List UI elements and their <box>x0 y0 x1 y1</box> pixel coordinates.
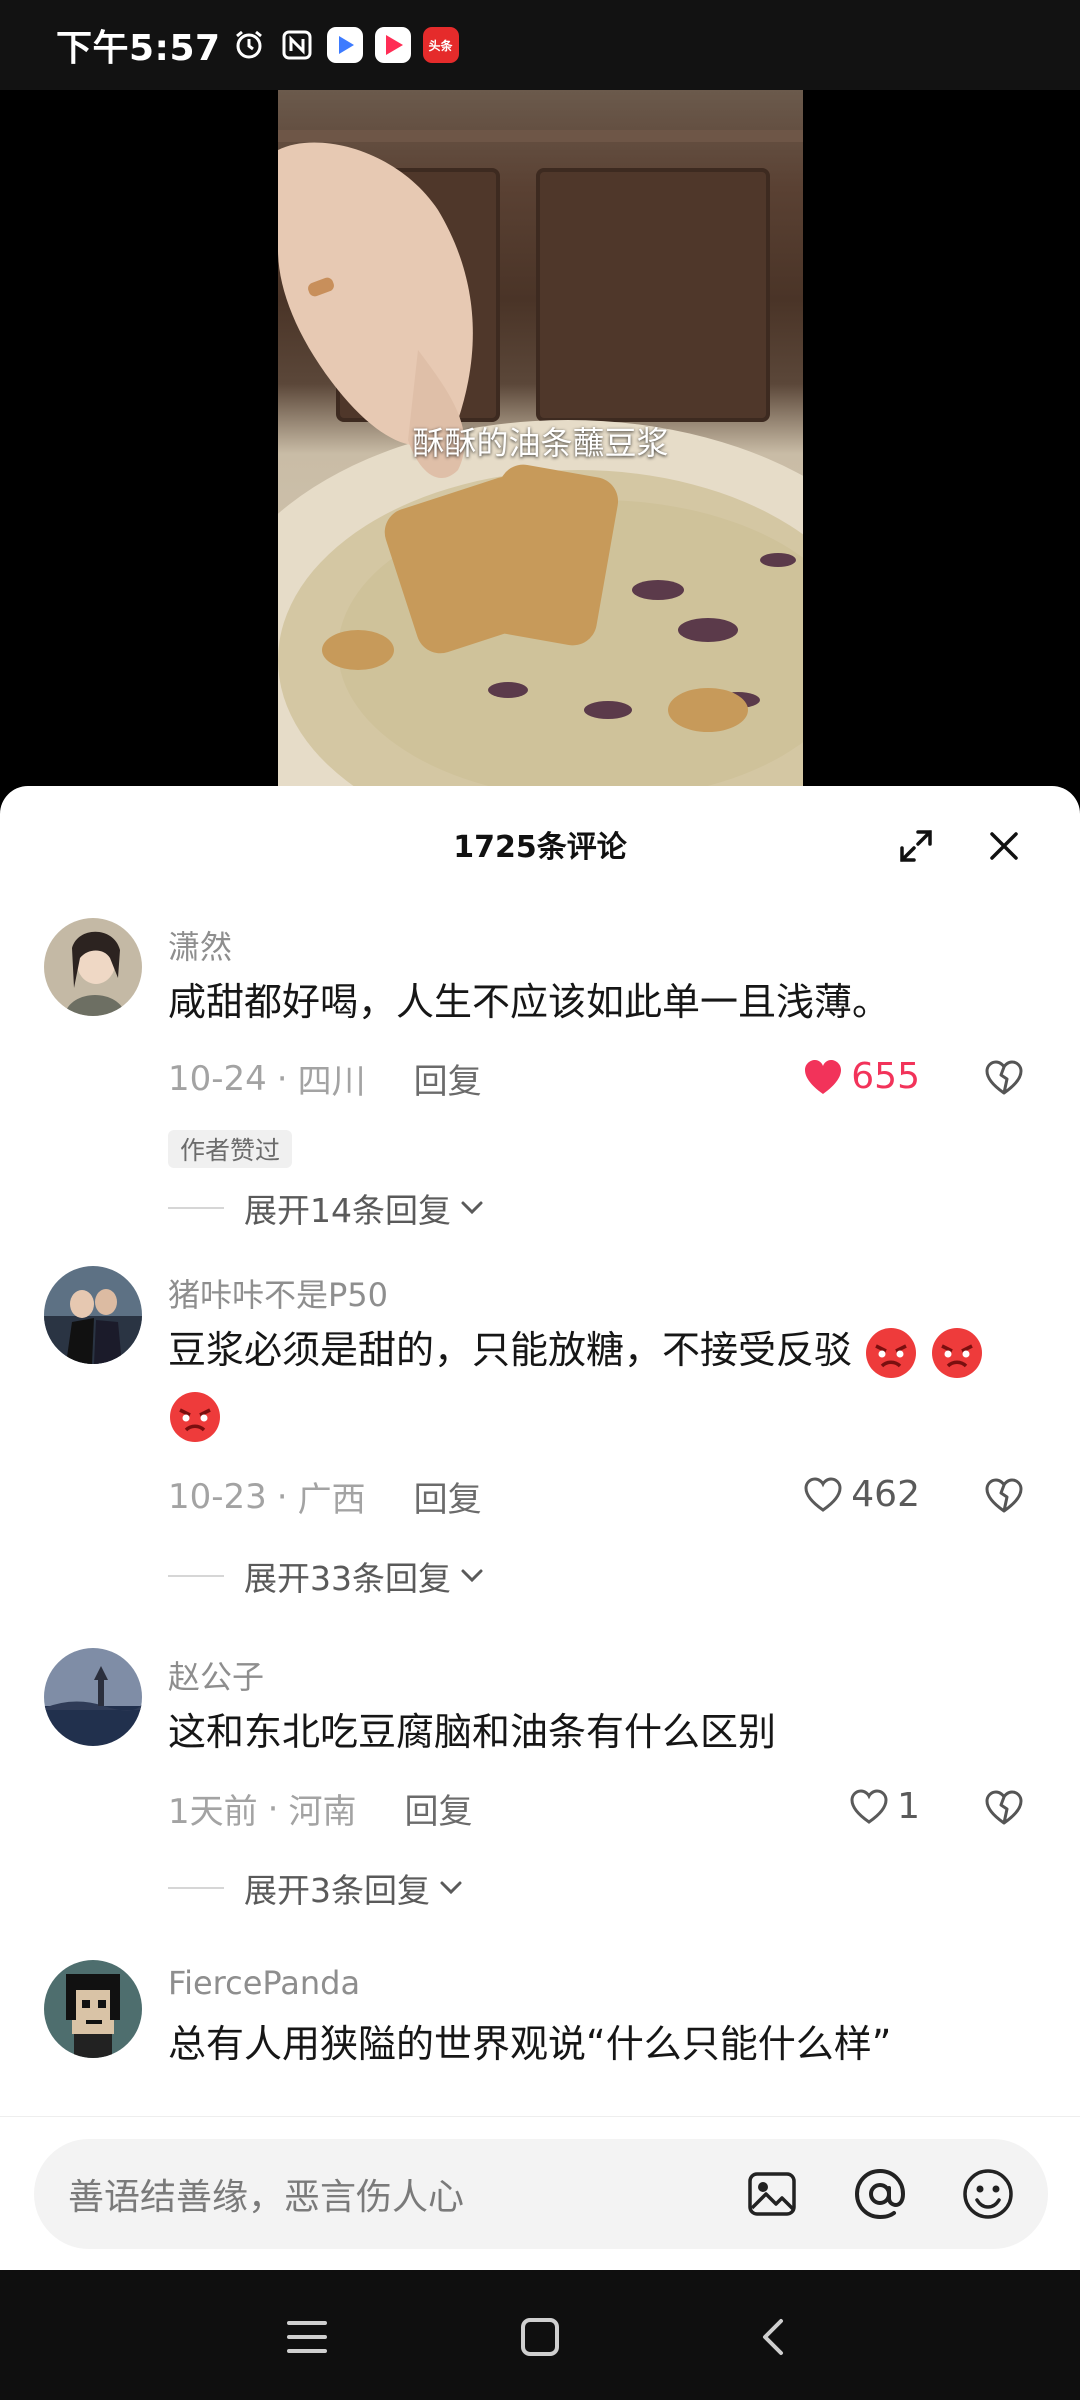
divider-line <box>168 1207 224 1209</box>
heart-filled-icon <box>805 1059 842 1094</box>
expand-icon[interactable] <box>892 822 940 870</box>
chevron-down-icon <box>461 1569 483 1583</box>
reply-button[interactable]: 回复 <box>414 1472 482 1521</box>
author-liked-badge: 作者赞过 <box>168 1130 293 1168</box>
chevron-down-icon <box>461 1201 483 1215</box>
avatar[interactable] <box>44 1648 142 1746</box>
system-nav-bar <box>0 2270 1080 2400</box>
avatar[interactable] <box>44 918 142 1016</box>
divider-line <box>168 1575 224 1577</box>
comment-input-bar: 善语结善缘，恶言伤人心 <box>0 2116 1080 2270</box>
comment-item: 赵公子 这和东北吃豆腐脑和油条有什么区别 1天前 · 河南 回复 1 展开3条回… <box>0 1626 1080 1938</box>
comment-meta: 10-24 · 四川 回复 <box>168 1054 482 1103</box>
angry-emoji-icon <box>866 1327 917 1378</box>
expand-replies-button[interactable]: 展开14条回复 <box>168 1184 487 1232</box>
expand-replies-label: 展开3条回复 <box>244 1871 430 1910</box>
comment-location: 四川 <box>297 1062 366 1102</box>
comment-text: 总有人用狭隘的世界观说“什么只能什么样” <box>168 2022 892 2066</box>
toutiao-icon: 头条 <box>422 27 459 63</box>
screen: 下午5:57 头条 酥酥的油条蘸豆浆 1725条评论 潇然 咸甜都好喝，人生不应… <box>0 0 1080 2400</box>
comment-meta: 10-23 · 广西 回复 <box>168 1472 482 1521</box>
comment-text: 咸甜都好喝，人生不应该如此单一且浅薄。 <box>168 980 891 1024</box>
expand-replies-button[interactable]: 展开3条回复 <box>168 1864 466 1912</box>
like-count: 462 <box>851 1474 920 1515</box>
chevron-down-icon <box>440 1881 462 1895</box>
comment-meta: 1天前 · 河南 回复 <box>168 1784 472 1833</box>
comment-text: 豆浆必须是甜的，只能放糖，不接受反驳 <box>168 1318 1038 1446</box>
comment-location: 河南 <box>288 1792 357 1832</box>
like-count: 1 <box>897 1786 920 1827</box>
close-icon[interactable] <box>980 822 1028 870</box>
comment-item: FiercePanda 总有人用狭隘的世界观说“什么只能什么样” <box>0 1938 1080 2116</box>
dislike-button[interactable] <box>982 1056 1026 1100</box>
back-icon[interactable] <box>746 2310 800 2364</box>
video-caption: 酥酥的油条蘸豆浆 <box>412 424 669 462</box>
reply-button[interactable]: 回复 <box>404 1784 472 1833</box>
like-button[interactable]: 655 <box>803 1056 920 1097</box>
emoji-icon[interactable] <box>960 2166 1016 2222</box>
status-icons: 头条 <box>231 27 459 63</box>
angry-emoji-icon <box>932 1327 983 1378</box>
like-button[interactable]: 1 <box>849 1786 920 1827</box>
divider-line <box>168 1887 224 1889</box>
like-button[interactable]: 462 <box>803 1474 920 1515</box>
image-icon[interactable] <box>744 2166 800 2222</box>
comment-author[interactable]: 潇然 <box>168 922 232 968</box>
alarm-icon <box>231 27 267 63</box>
app-icon-pink <box>374 27 411 63</box>
comment-date: 10-24 <box>168 1058 267 1099</box>
sheet-header: 1725条评论 <box>0 786 1080 896</box>
reply-button[interactable]: 回复 <box>414 1054 482 1103</box>
meta-separator: · <box>267 1788 279 1829</box>
comment-date: 10-23 <box>168 1476 267 1517</box>
home-icon[interactable] <box>513 2310 567 2364</box>
comment-text-content: 豆浆必须是甜的，只能放糖，不接受反驳 <box>168 1328 853 1372</box>
meta-separator: · <box>276 1476 288 1517</box>
app-icon-blue <box>326 27 363 63</box>
broken-heart-icon <box>985 1060 1023 1095</box>
comment-location: 广西 <box>297 1480 366 1520</box>
comment-item: 猪咔咔不是P50 豆浆必须是甜的，只能放糖，不接受反驳 10-23 · 广西 回… <box>0 1244 1080 1626</box>
comment-date: 1天前 <box>168 1792 258 1832</box>
expand-replies-label: 展开33条回复 <box>244 1559 451 1598</box>
video-frame[interactable]: 酥酥的油条蘸豆浆 <box>278 90 803 790</box>
dislike-button[interactable] <box>982 1786 1026 1830</box>
avatar[interactable] <box>44 1266 142 1364</box>
heart-outline-icon <box>850 1788 888 1824</box>
heart-outline-icon <box>804 1476 842 1512</box>
comment-text: 这和东北吃豆腐脑和油条有什么区别 <box>168 1710 777 1754</box>
comment-input-placeholder: 善语结善缘，恶言伤人心 <box>68 2177 465 2218</box>
comment-author[interactable]: 猪咔咔不是P50 <box>168 1270 388 1316</box>
comment-author[interactable]: 赵公子 <box>168 1652 264 1698</box>
expand-replies-button[interactable]: 展开33条回复 <box>168 1552 487 1600</box>
comment-input[interactable]: 善语结善缘，恶言伤人心 <box>34 2139 1048 2249</box>
broken-heart-icon <box>985 1478 1023 1513</box>
video-player[interactable]: 酥酥的油条蘸豆浆 <box>0 90 1080 790</box>
expand-replies-label: 展开14条回复 <box>244 1191 451 1230</box>
status-time: 下午5:57 <box>56 28 221 69</box>
menu-icon[interactable] <box>280 2310 334 2364</box>
nfc-icon <box>279 27 315 63</box>
broken-heart-icon <box>985 1790 1023 1825</box>
at-icon[interactable] <box>852 2166 908 2222</box>
dislike-button[interactable] <box>982 1474 1026 1518</box>
comment-sheet: 1725条评论 潇然 咸甜都好喝，人生不应该如此单一且浅薄。 10-24 · 四… <box>0 786 1080 2270</box>
comment-item: 潇然 咸甜都好喝，人生不应该如此单一且浅薄。 10-24 · 四川 回复 655… <box>0 896 1080 1244</box>
like-count: 655 <box>851 1056 920 1097</box>
status-bar: 下午5:57 头条 <box>0 0 1080 90</box>
comment-list[interactable]: 潇然 咸甜都好喝，人生不应该如此单一且浅薄。 10-24 · 四川 回复 655… <box>0 896 1080 2116</box>
avatar[interactable] <box>44 1960 142 2058</box>
angry-emoji-icon <box>170 1391 220 1442</box>
comment-author[interactable]: FiercePanda <box>168 1964 360 2002</box>
meta-separator: · <box>276 1058 288 1099</box>
